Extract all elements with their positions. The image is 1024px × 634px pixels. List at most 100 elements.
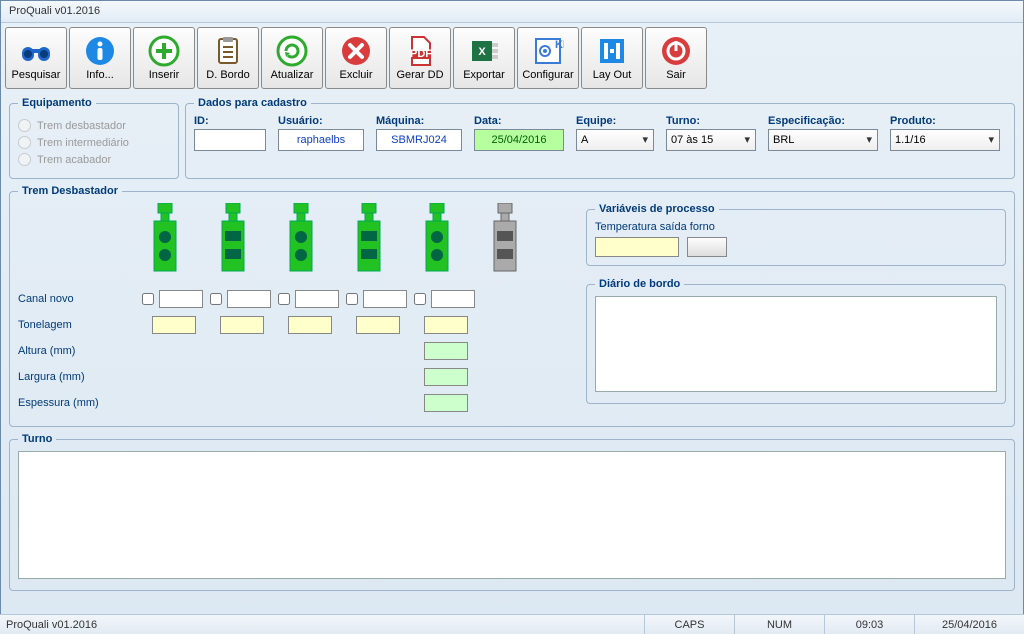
inserir-button[interactable]: Inserir (133, 27, 195, 89)
turno-legend: Turno (18, 433, 56, 445)
canal-box-3[interactable] (295, 290, 339, 308)
usuario-label: Usuário: (278, 115, 364, 127)
refresh-icon (276, 35, 308, 67)
dados-group: Dados para cadastro ID: Usuário: Máquina… (185, 97, 1015, 179)
esp-box-5[interactable] (424, 394, 468, 412)
vars-group: Variáveis de processo Temperatura saída … (586, 203, 1006, 266)
turno-group: Turno (9, 433, 1015, 591)
trem-legend: Trem Desbastador (18, 185, 122, 197)
stand-6[interactable] (488, 203, 522, 278)
ton-box-5[interactable] (424, 316, 468, 334)
row-canal: Canal novo (18, 286, 574, 312)
svg-text:X: X (478, 46, 486, 58)
row-esp: Espessura (mm) (18, 390, 574, 416)
stand-1[interactable] (148, 203, 182, 278)
status-app: ProQuali v01.2016 (0, 619, 644, 631)
gear-icon: KIT (532, 35, 564, 67)
turno-select[interactable] (666, 129, 756, 151)
svg-text:KIT: KIT (555, 39, 564, 51)
excluir-button[interactable]: Excluir (325, 27, 387, 89)
canal-chk-5[interactable] (414, 293, 426, 305)
row-alt: Altura (mm) (18, 338, 574, 364)
stands-row (18, 203, 574, 278)
exportar-button[interactable]: X Exportar (453, 27, 515, 89)
delete-icon (340, 35, 372, 67)
turno-textarea[interactable] (18, 451, 1006, 579)
gerardd-button[interactable]: PDF Gerar DD (389, 27, 451, 89)
atualizar-button[interactable]: Atualizar (261, 27, 323, 89)
main-toolbar: Pesquisar Info... Inserir D. Bordo Atual… (1, 23, 1023, 93)
window-titlebar: ProQuali v01.2016 (1, 1, 1023, 23)
vars-legend: Variáveis de processo (595, 203, 719, 215)
produto-select[interactable] (890, 129, 1000, 151)
window-title: ProQuali v01.2016 (9, 5, 100, 17)
equipe-label: Equipe: (576, 115, 654, 127)
maquina-label: Máquina: (376, 115, 462, 127)
stand-3[interactable] (284, 203, 318, 278)
canal-box-4[interactable] (363, 290, 407, 308)
produto-label: Produto: (890, 115, 1000, 127)
power-icon (660, 35, 692, 67)
larg-box-5[interactable] (424, 368, 468, 386)
ton-box-3[interactable] (288, 316, 332, 334)
diario-group: Diário de bordo (586, 278, 1006, 404)
status-time: 09:03 (824, 615, 914, 634)
ton-box-4[interactable] (356, 316, 400, 334)
canal-box-1[interactable] (159, 290, 203, 308)
equipe-select[interactable] (576, 129, 654, 151)
canal-chk-4[interactable] (346, 293, 358, 305)
canal-box-2[interactable] (227, 290, 271, 308)
diario-textarea[interactable] (595, 296, 997, 392)
dbordo-button[interactable]: D. Bordo (197, 27, 259, 89)
radio-trem-acabador[interactable]: Trem acabador (18, 153, 170, 166)
layout-icon (596, 35, 628, 67)
temp-button[interactable] (687, 237, 727, 257)
info-button[interactable]: Info... (69, 27, 131, 89)
radio-trem-desbastador[interactable]: Trem desbastador (18, 119, 170, 132)
temp-output[interactable] (595, 237, 679, 257)
ton-box-2[interactable] (220, 316, 264, 334)
binoculars-icon (20, 35, 52, 67)
ton-box-1[interactable] (152, 316, 196, 334)
pesquisar-button[interactable]: Pesquisar (5, 27, 67, 89)
svg-text:PDF: PDF (410, 48, 432, 60)
maquina-input[interactable] (376, 129, 462, 151)
sair-button[interactable]: Sair (645, 27, 707, 89)
canal-chk-2[interactable] (210, 293, 222, 305)
equipamento-group: Equipamento Trem desbastador Trem interm… (9, 97, 179, 179)
status-caps: CAPS (644, 615, 734, 634)
clipboard-icon (212, 35, 244, 67)
canal-box-5[interactable] (431, 290, 475, 308)
id-input[interactable] (194, 129, 266, 151)
pdf-icon: PDF (404, 35, 436, 67)
row-ton: Tonelagem (18, 312, 574, 338)
espec-select[interactable] (768, 129, 878, 151)
info-icon (84, 35, 116, 67)
usuario-input[interactable] (278, 129, 364, 151)
row-larg: Largura (mm) (18, 364, 574, 390)
configurar-button[interactable]: KIT Configurar (517, 27, 579, 89)
canal-chk-1[interactable] (142, 293, 154, 305)
id-label: ID: (194, 115, 266, 127)
temp-label: Temperatura saída forno (595, 221, 997, 233)
stand-4[interactable] (352, 203, 386, 278)
layout-button[interactable]: Lay Out (581, 27, 643, 89)
stand-5[interactable] (420, 203, 454, 278)
diario-legend: Diário de bordo (595, 278, 684, 290)
status-bar: ProQuali v01.2016 CAPS NUM 09:03 25/04/2… (0, 614, 1024, 634)
trem-group: Trem Desbastador Canal novo (9, 185, 1015, 427)
espec-label: Especificação: (768, 115, 878, 127)
stand-2[interactable] (216, 203, 250, 278)
turno-label: Turno: (666, 115, 756, 127)
canal-chk-3[interactable] (278, 293, 290, 305)
data-label: Data: (474, 115, 564, 127)
equipamento-legend: Equipamento (18, 97, 96, 109)
dados-legend: Dados para cadastro (194, 97, 311, 109)
status-date: 25/04/2016 (914, 615, 1024, 634)
status-num: NUM (734, 615, 824, 634)
excel-icon: X (468, 35, 500, 67)
radio-trem-intermediario[interactable]: Trem intermediário (18, 136, 170, 149)
plus-icon (148, 35, 180, 67)
data-input[interactable] (474, 129, 564, 151)
alt-box-5[interactable] (424, 342, 468, 360)
